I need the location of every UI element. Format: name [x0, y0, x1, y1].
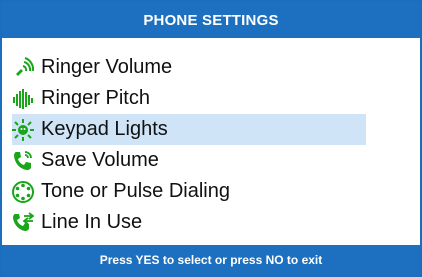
menu-item-label: Tone or Pulse Dialing	[41, 180, 230, 202]
menu-item-label: Line In Use	[41, 211, 143, 233]
menu-item-label: Save Volume	[41, 149, 159, 171]
keypad-lights-icon	[12, 119, 34, 141]
page-title: PHONE SETTINGS	[143, 11, 279, 29]
save-volume-icon	[12, 150, 34, 172]
menu-item-line-in-use[interactable]: Line In Use	[12, 207, 366, 238]
ringer-pitch-icon	[12, 88, 34, 110]
menu-item-ringer-pitch[interactable]: Ringer Pitch	[12, 83, 366, 114]
menu-item-label: Keypad Lights	[41, 118, 168, 140]
menu-item-label: Ringer Pitch	[41, 87, 150, 109]
menu-item-keypad-lights[interactable]: Keypad Lights	[12, 114, 366, 145]
footer-bar: Press YES to select or press NO to exit	[2, 245, 420, 275]
settings-menu: Ringer Volume Ringer Pitch Keypad Lights…	[2, 52, 420, 238]
footer-hint: Press YES to select or press NO to exit	[99, 253, 323, 267]
menu-item-save-volume[interactable]: Save Volume	[12, 145, 366, 176]
menu-item-label: Ringer Volume	[41, 56, 173, 78]
line-in-use-icon	[12, 212, 34, 234]
ringer-volume-icon	[12, 57, 34, 79]
menu-item-ringer-volume[interactable]: Ringer Volume	[12, 52, 366, 83]
phone-settings-screen: PHONE SETTINGS Ringer Volume Ringer Pitc…	[0, 0, 422, 277]
tone-pulse-icon	[12, 181, 34, 203]
menu-item-tone-pulse-dialing[interactable]: Tone or Pulse Dialing	[12, 176, 366, 207]
header-bar: PHONE SETTINGS	[2, 2, 420, 38]
